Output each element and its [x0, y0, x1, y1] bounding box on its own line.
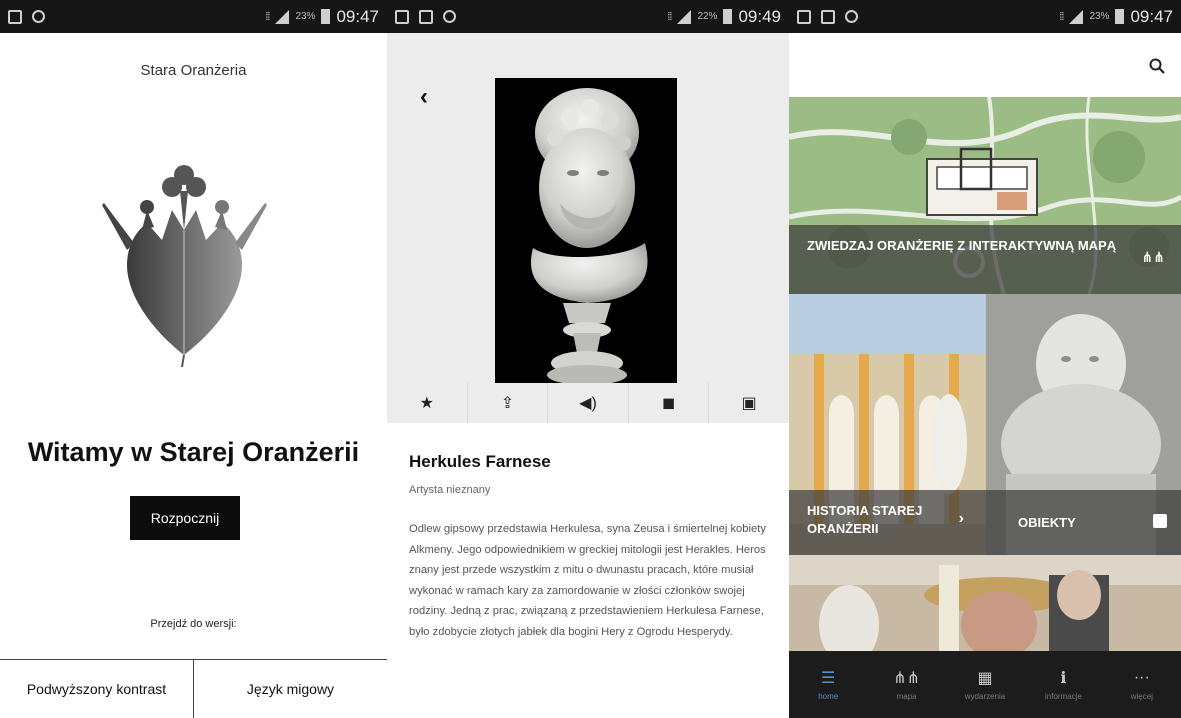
- battery-percent: 23%: [1089, 11, 1110, 22]
- nav-events-label: wydarzenia: [964, 691, 1006, 701]
- object-artist: Artysta nieznany: [409, 484, 491, 496]
- nav-map-label: mapa: [896, 691, 917, 701]
- signal-icon: [1069, 9, 1084, 24]
- clock: 09:49: [738, 6, 781, 26]
- nav-home-label: home: [818, 691, 839, 701]
- events-photo-tile[interactable]: [789, 555, 1181, 651]
- wifi-icon: ⁞⁞: [667, 10, 672, 23]
- bottom-navigation: ☰ home ⋔⋔ mapa ▦ wydarzenia i informacje…: [789, 651, 1181, 718]
- menu-icon: ☰: [821, 669, 836, 687]
- nav-home[interactable]: ☰ home: [789, 651, 867, 718]
- crown-leaf-logo-icon: [102, 165, 267, 368]
- star-icon[interactable]: ★: [387, 383, 467, 423]
- signal-icon: [677, 9, 692, 24]
- info-icon: i: [1060, 668, 1067, 687]
- welcome-screen: ⁞⁞ 23% 09:47 Stara Oranżeria Witamy w St…: [0, 0, 387, 718]
- top-bar: [789, 33, 1181, 97]
- battery-percent: 22%: [697, 11, 718, 22]
- objects-tile-label: OBIEKTY: [1018, 515, 1076, 530]
- notification-icon: [797, 9, 811, 24]
- map-tile-label: ZWIEDZAJ ORANŻERIĘ Z INTERAKTYWNĄ MAPĄ: [807, 238, 1117, 253]
- sculpture-image: [495, 78, 677, 390]
- signal-icon: [275, 9, 290, 24]
- search-icon[interactable]: [1149, 58, 1165, 74]
- nav-info-label: informacje: [1044, 691, 1082, 701]
- app-notification-icon: [32, 10, 45, 23]
- objects-tile-overlay: [986, 490, 1181, 555]
- interactive-map-tile[interactable]: ZWIEDZAJ ORANŻERIĘ Z INTERAKTYWNĄ MAPĄ ⋔…: [789, 97, 1181, 294]
- app-notification-icon: [845, 10, 858, 23]
- more-icon: ···: [1133, 668, 1150, 686]
- map-icon: ⋔⋔: [1141, 249, 1165, 265]
- map-icon: ⋔⋔: [893, 669, 921, 687]
- sign-language-button[interactable]: Język migowy: [193, 660, 387, 718]
- objects-icon: [1153, 514, 1167, 528]
- history-tile[interactable]: HISTORIA STAREJ ORANŻERII ›: [789, 294, 986, 555]
- image-header: ‹: [387, 33, 789, 423]
- gallery-icon[interactable]: ▣: [708, 383, 789, 423]
- battery-percent: 23%: [295, 11, 316, 22]
- nav-more[interactable]: ··· więcej: [1103, 651, 1181, 718]
- events-icon: ▦: [977, 669, 993, 687]
- object-description: Odlew gipsowy przedstawia Herkulesa, syn…: [409, 523, 766, 638]
- clock: 09:47: [1130, 6, 1173, 26]
- nav-events[interactable]: ▦ wydarzenia: [946, 651, 1024, 718]
- chevron-right-icon: ›: [958, 510, 964, 527]
- history-tile-label: HISTORIA STAREJ ORANŻERII: [807, 503, 923, 536]
- nav-more-label: więcej: [1130, 691, 1153, 701]
- share-icon[interactable]: ⇪: [466, 383, 548, 423]
- gallery-notification-icon: [821, 9, 835, 24]
- clock: 09:47: [336, 6, 379, 26]
- battery-icon: [723, 9, 733, 24]
- audio-icon[interactable]: ◀): [547, 383, 628, 423]
- home-screen: ⁞⁞ 23% 09:47 ZWIEDZAJ ORANŻERIĘ Z INTERA…: [789, 0, 1181, 718]
- app-notification-icon: [443, 10, 456, 23]
- notification-icon: [395, 9, 409, 24]
- object-detail-screen: ⁞⁞ 22% 09:49 ‹ ★ ⇪ ◀) ◼ ▣ Herkules Farne…: [387, 0, 789, 718]
- battery-icon: [1115, 9, 1125, 24]
- welcome-heading: Witamy w Starej Oranżerii: [27, 437, 360, 467]
- start-button[interactable]: Rozpocznij: [130, 496, 240, 540]
- object-title: Herkules Farnese: [409, 452, 551, 471]
- gallery-notification-icon: [419, 9, 433, 24]
- back-icon[interactable]: ‹: [420, 83, 428, 111]
- map-tile-overlay: [789, 225, 1181, 294]
- status-bar: ⁞⁞ 22% 09:49: [387, 0, 789, 33]
- status-bar: ⁞⁞ 23% 09:47: [789, 0, 1181, 33]
- nav-map[interactable]: ⋔⋔ mapa: [867, 651, 945, 718]
- wifi-icon: ⁞⁞: [265, 10, 270, 23]
- version-options: Podwyższony kontrast Język migowy: [0, 659, 387, 718]
- notification-icon: [8, 9, 22, 24]
- app-title: Stara Oranżeria: [140, 62, 247, 79]
- wifi-icon: ⁞⁞: [1059, 10, 1064, 23]
- video-icon[interactable]: ◼: [627, 383, 709, 423]
- nav-info[interactable]: i informacje: [1024, 651, 1102, 718]
- version-label: Przejdź do wersji:: [150, 618, 237, 630]
- battery-icon: [321, 9, 331, 24]
- action-bar: ★ ⇪ ◀) ◼ ▣: [387, 383, 789, 423]
- high-contrast-button[interactable]: Podwyższony kontrast: [0, 660, 193, 718]
- objects-tile[interactable]: OBIEKTY: [986, 294, 1181, 555]
- status-bar: ⁞⁞ 23% 09:47: [0, 0, 387, 33]
